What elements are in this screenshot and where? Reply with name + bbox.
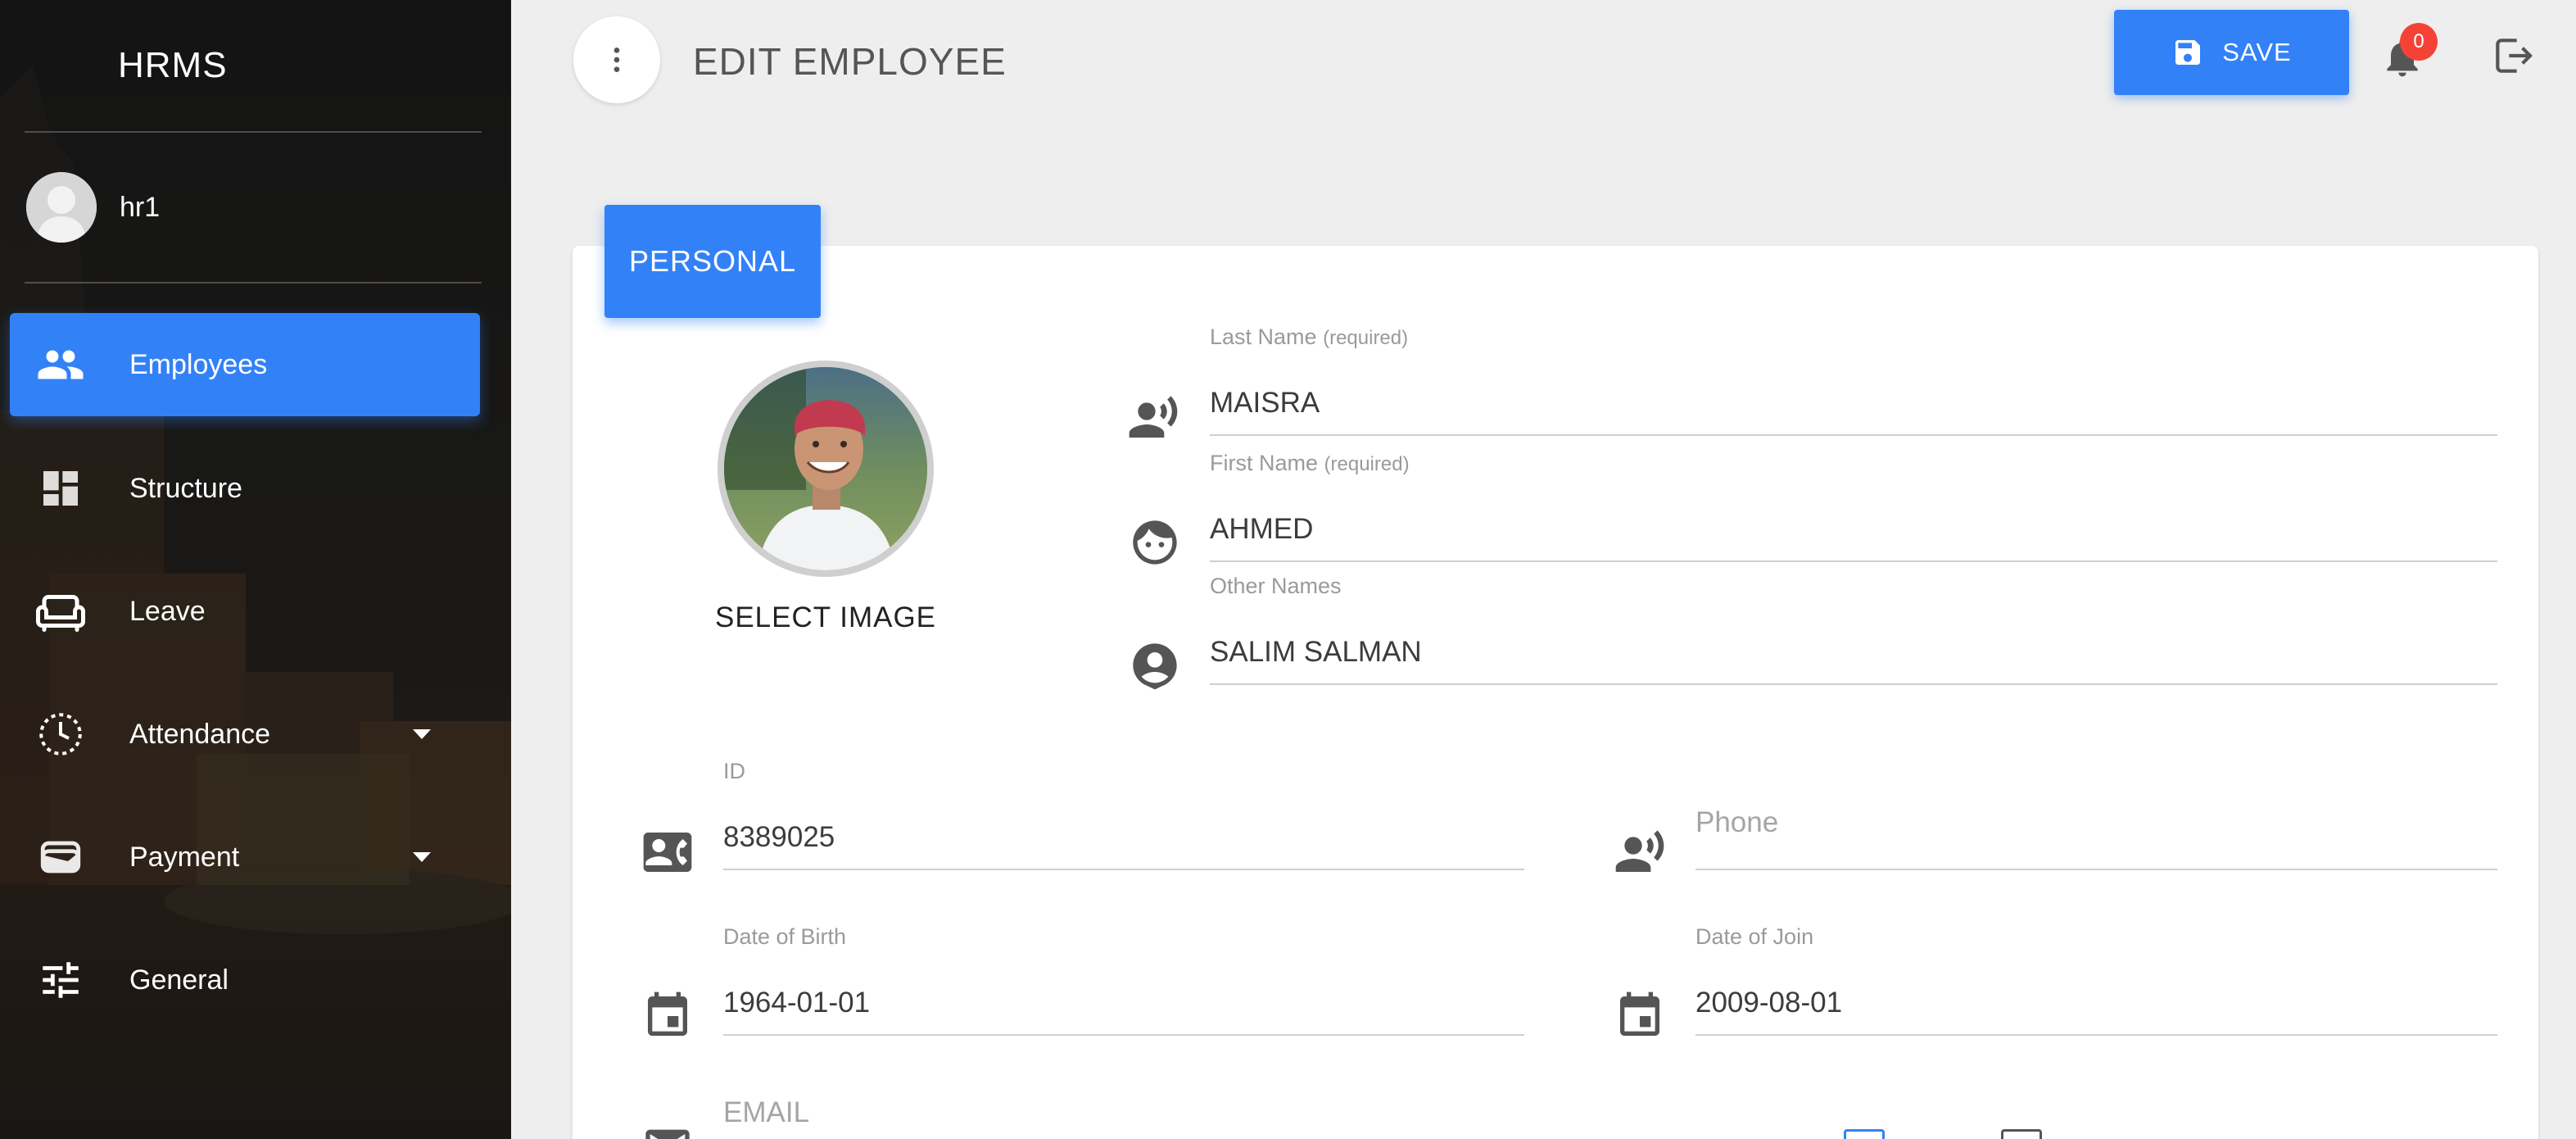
- sidebar-item-payment[interactable]: Payment: [10, 806, 480, 908]
- sidebar-divider: [25, 282, 482, 284]
- mail-icon: [645, 1129, 690, 1139]
- dashboard-icon: [34, 462, 87, 515]
- sidebar-item-attendance[interactable]: Attendance: [10, 683, 480, 785]
- input-underline: [1210, 434, 2497, 436]
- avatar: [26, 172, 97, 243]
- checkbox[interactable]: [1844, 1129, 1885, 1139]
- sidebar-item-leave[interactable]: Leave: [10, 560, 480, 662]
- first-name-field[interactable]: First Name (required) AHMED: [1210, 447, 2497, 566]
- sidebar-item-label: Payment: [129, 841, 240, 873]
- email-input[interactable]: EMAIL: [723, 1096, 809, 1129]
- sidebar-item-label: Structure: [129, 472, 242, 504]
- save-icon: [2175, 40, 2201, 65]
- page-title: EDIT EMPLOYEE: [693, 40, 1007, 83]
- id-field[interactable]: ID 8389025: [723, 756, 1524, 874]
- email-field[interactable]: EMAIL: [723, 1082, 1524, 1139]
- input-underline: [1210, 683, 2497, 685]
- more-vert-icon: [613, 48, 620, 72]
- id-label: ID: [723, 759, 745, 783]
- sidebar: HRMS hr1 Employees Structure Leave Atten…: [0, 0, 511, 1139]
- save-label: SAVE: [2222, 38, 2292, 66]
- date-of-join-input[interactable]: 2009-08-01: [1695, 987, 1842, 1019]
- last-name-input[interactable]: MAISRA: [1210, 387, 1320, 420]
- sidebar-item-label: General: [129, 964, 229, 996]
- brand-title: HRMS: [118, 45, 228, 85]
- last-name-field[interactable]: Last Name (required) MAISRA: [1210, 321, 2497, 440]
- last-name-label: Last Name (required): [1210, 324, 1409, 349]
- other-names-label: Other Names: [1210, 574, 1342, 598]
- sidebar-item-label: Employees: [129, 348, 268, 380]
- id-input[interactable]: 8389025: [723, 821, 835, 854]
- date-of-join-label: Date of Join: [1695, 924, 1814, 949]
- user-name: hr1: [120, 191, 161, 223]
- people-icon: [34, 338, 87, 391]
- other-names-input[interactable]: SALIM SALMAN: [1210, 636, 1422, 669]
- date-of-birth-field[interactable]: Date of Birth 1964-01-01: [723, 921, 1524, 1040]
- first-name-input[interactable]: AHMED: [1210, 513, 1313, 546]
- sidebar-item-general[interactable]: General: [10, 929, 480, 1031]
- checkbox[interactable]: [2001, 1129, 2042, 1139]
- wallet-icon: [34, 831, 87, 883]
- sidebar-item-structure[interactable]: Structure: [10, 438, 480, 539]
- record-voice-icon: [1129, 396, 1178, 438]
- logout-icon[interactable]: [2490, 33, 2536, 79]
- input-underline: [1695, 1034, 2497, 1036]
- sofa-icon: [34, 585, 87, 638]
- phone-field[interactable]: Phone: [1695, 756, 2497, 874]
- sidebar-item-label: Leave: [129, 595, 206, 627]
- tab-personal[interactable]: PERSONAL: [604, 205, 821, 318]
- date-of-birth-input[interactable]: 1964-01-01: [723, 987, 870, 1019]
- sidebar-item-employees[interactable]: Employees: [10, 313, 480, 416]
- date-of-birth-label: Date of Birth: [723, 924, 847, 949]
- input-underline: [1695, 869, 2497, 870]
- employee-photo-image: [724, 367, 927, 570]
- face-icon: [1133, 520, 1177, 565]
- tune-icon: [34, 954, 87, 1006]
- calendar-icon: [1620, 992, 1659, 1036]
- employee-photo[interactable]: [718, 361, 934, 577]
- sidebar-nav: Employees Structure Leave Attendance Pay…: [0, 313, 511, 1031]
- date-of-join-field[interactable]: Date of Join 2009-08-01: [1695, 921, 2497, 1040]
- more-menu-button[interactable]: [573, 16, 660, 103]
- first-name-label: First Name (required): [1210, 451, 1410, 475]
- other-names-field[interactable]: Other Names SALIM SALMAN: [1210, 572, 2497, 691]
- contact-card-icon: [643, 833, 692, 872]
- input-underline: [723, 1034, 1524, 1036]
- account-pin-icon: [1133, 643, 1177, 690]
- input-underline: [723, 869, 1524, 870]
- notification-badge: 0: [2400, 23, 2438, 61]
- save-button[interactable]: SAVE: [2114, 10, 2349, 95]
- chevron-down-icon: [413, 729, 431, 739]
- user-profile[interactable]: hr1: [0, 133, 511, 282]
- chevron-down-icon: [413, 852, 431, 862]
- sidebar-item-label: Attendance: [129, 718, 271, 750]
- select-image-button[interactable]: SELECT IMAGE: [688, 601, 963, 634]
- calendar-icon: [648, 992, 687, 1036]
- record-voice-icon: [1615, 830, 1664, 872]
- input-underline: [1210, 560, 2497, 562]
- phone-input[interactable]: Phone: [1695, 806, 1778, 839]
- clock-icon: [34, 708, 87, 760]
